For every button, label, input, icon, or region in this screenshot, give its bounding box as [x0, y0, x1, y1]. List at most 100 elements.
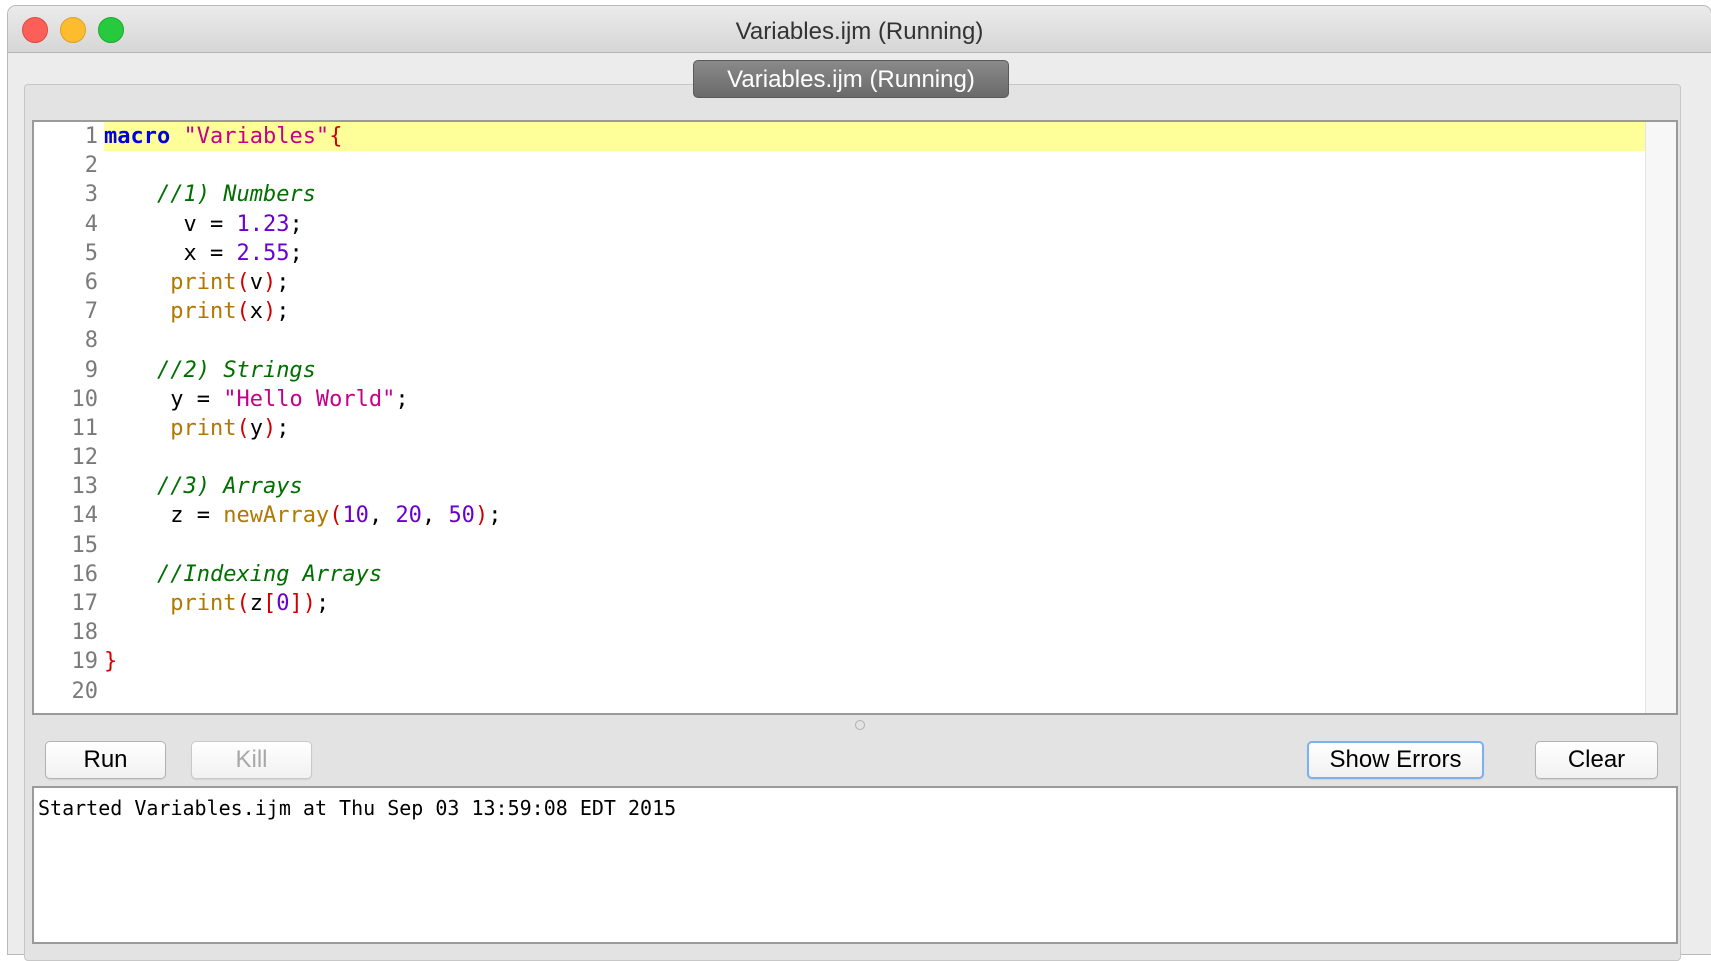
code-text: //1) Numbers — [104, 182, 316, 207]
vertical-scrollbar[interactable] — [1645, 122, 1676, 713]
line-number: 7 — [84, 299, 98, 325]
line-number: 16 — [71, 561, 99, 587]
code-lines[interactable]: 1 macro "Variables"{2 3 //1) Numbers 4 v = … — [34, 122, 1676, 706]
code-token: { — [329, 124, 343, 149]
code-token: 10 — [342, 503, 369, 529]
code-line[interactable]: 20 — [34, 677, 1676, 706]
code-token: newArray — [223, 503, 330, 529]
code-token: ( — [236, 591, 250, 616]
code-line[interactable]: 3 //1) Numbers — [34, 180, 1676, 209]
code-token: print — [170, 299, 237, 325]
code-line[interactable]: 17 print(z[0]); — [34, 589, 1676, 618]
code-line[interactable]: 1 macro "Variables"{ — [34, 122, 1676, 152]
code-token: ; — [289, 240, 303, 266]
code-line[interactable]: 6 print(v); — [34, 268, 1676, 297]
line-number: 18 — [71, 620, 99, 646]
code-token: ( — [329, 503, 343, 529]
kill-button[interactable]: Kill — [191, 741, 312, 779]
code-token: y — [249, 415, 263, 441]
code-line[interactable]: 16 //Indexing Arrays — [34, 560, 1676, 589]
code-editor[interactable]: 1 macro "Variables"{2 3 //1) Numbers 4 v = … — [32, 120, 1678, 715]
code-token: print — [170, 415, 237, 441]
code-token: y = — [104, 386, 224, 412]
code-line[interactable]: 2 — [34, 151, 1676, 180]
code-token: ( — [236, 415, 250, 441]
line-number: 20 — [71, 678, 99, 704]
code-token: macro — [104, 124, 171, 149]
code-token: ; — [395, 386, 409, 412]
code-token: //3) Arrays — [156, 474, 303, 500]
code-text: //Indexing Arrays — [104, 562, 382, 587]
line-number: 13 — [71, 474, 99, 500]
code-line[interactable]: 11 print(y); — [34, 414, 1676, 443]
code-token: 2.55 — [236, 240, 290, 266]
code-line[interactable]: 19} — [34, 647, 1676, 676]
code-token: ]) — [289, 591, 316, 616]
code-token: "Hello World" — [223, 386, 396, 412]
split-pane-handle-icon[interactable] — [855, 720, 865, 730]
line-number: 17 — [71, 591, 99, 616]
code-token: "Variables" — [183, 124, 330, 149]
code-text: z = newArray(10, 20, 50); — [104, 503, 501, 528]
code-token: //2) Strings — [156, 357, 316, 383]
code-token: ( — [236, 299, 250, 325]
code-text: x = 2.55; — [104, 240, 303, 266]
code-line[interactable]: 12 — [34, 443, 1676, 472]
code-token: ; — [276, 269, 290, 295]
code-token: ) — [262, 299, 277, 325]
code-line[interactable]: 13 //3) Arrays — [34, 472, 1676, 501]
title-bar[interactable]: Variables.ijm (Running) — [8, 6, 1711, 53]
code-token: ( — [236, 269, 250, 295]
line-number: 5 — [84, 240, 98, 266]
code-token: 50 — [448, 503, 475, 529]
code-token: ; — [276, 415, 290, 441]
line-number: 15 — [71, 532, 99, 558]
code-token: //Indexing Arrays — [156, 561, 383, 587]
code-token: x = — [104, 240, 237, 266]
show-errors-button[interactable]: Show Errors — [1307, 741, 1484, 779]
code-text: print(x); — [104, 299, 289, 324]
line-number: 10 — [71, 386, 99, 412]
run-button[interactable]: Run — [45, 741, 166, 779]
code-text: v = 1.23; — [104, 212, 302, 237]
code-line[interactable]: 18 — [34, 618, 1676, 647]
code-line[interactable]: 15 — [34, 531, 1676, 560]
code-text: print(z[0]); — [104, 591, 329, 616]
code-token: z — [249, 591, 263, 616]
code-token: x — [249, 299, 263, 325]
code-token: z = — [104, 503, 224, 529]
code-token: 20 — [395, 503, 422, 529]
line-number: 19 — [71, 649, 99, 675]
code-line[interactable]: 9 //2) Strings — [34, 356, 1676, 385]
code-line[interactable]: 10 y = "Hello World"; — [34, 385, 1676, 414]
code-token: ) — [262, 269, 277, 295]
clear-button[interactable]: Clear — [1535, 741, 1658, 779]
line-number: 6 — [84, 269, 98, 295]
line-number: 12 — [71, 445, 99, 471]
code-line[interactable]: 5 x = 2.55; — [34, 239, 1676, 268]
output-log[interactable]: Started Variables.ijm at Thu Sep 03 13:5… — [32, 786, 1678, 944]
line-number: 14 — [71, 503, 99, 529]
line-number: 4 — [84, 211, 98, 237]
log-text: Started Variables.ijm at Thu Sep 03 13:5… — [38, 796, 677, 820]
code-token: , — [421, 503, 449, 529]
code-text: print(y); — [104, 416, 289, 441]
code-line[interactable]: 8 — [34, 326, 1676, 355]
code-token: ) — [262, 415, 277, 441]
line-number: 2 — [84, 153, 98, 179]
code-line[interactable]: 14 z = newArray(10, 20, 50); — [34, 501, 1676, 530]
line-number: 8 — [84, 328, 98, 354]
code-text: //2) Strings — [104, 358, 316, 383]
window-title: Variables.ijm (Running) — [735, 18, 984, 45]
code-token: ; — [488, 503, 502, 529]
code-line[interactable]: 4 v = 1.23; — [34, 210, 1676, 239]
code-line[interactable]: 7 print(x); — [34, 297, 1676, 326]
tab-variables-running[interactable]: Variables.ijm (Running) — [693, 60, 1009, 98]
